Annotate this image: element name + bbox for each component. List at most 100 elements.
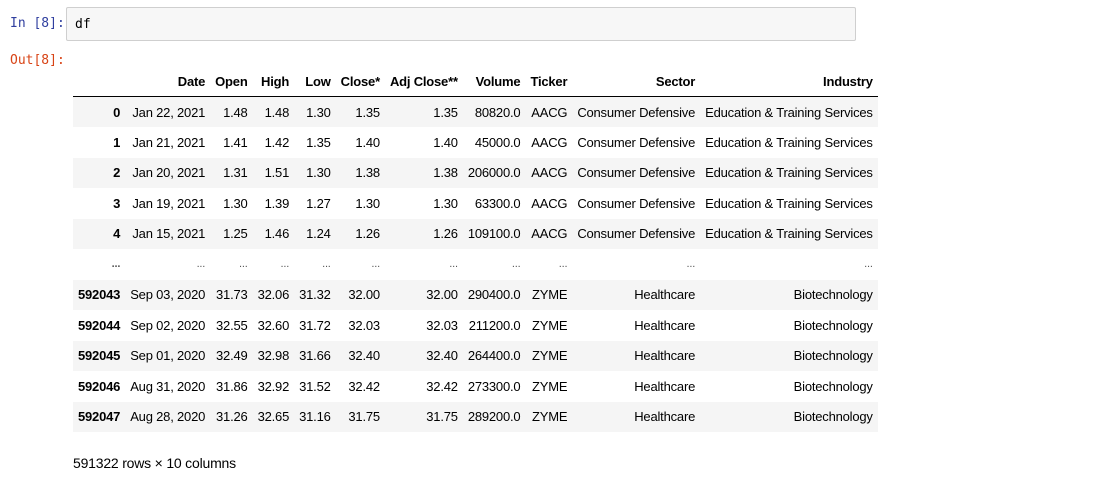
dataframe-table: Date Open High Low Close* Adj Close** Volume Ti…	[73, 66, 878, 432]
table-cell: Education & Training Services	[705, 165, 873, 181]
column-header: Volume	[462, 66, 526, 97]
table-cell: Biotechnology	[793, 378, 873, 394]
table-cell: Consumer Defensive	[577, 165, 696, 181]
row-index: 592043	[78, 287, 121, 303]
table-cell: 63300.0	[474, 195, 521, 211]
table-cell: 32.65	[257, 409, 290, 425]
column-header: Sector	[572, 66, 701, 97]
table-cell: ZYME	[532, 317, 568, 333]
table-row: 592044 Sep 02, 2020 32.55 32.60 31.72 32.03 32…	[73, 310, 878, 341]
table-row: 592047 Aug 28, 2020 31.26 32.65 31.16 31.75 31…	[73, 401, 878, 432]
table-cell: Consumer Defensive	[577, 104, 696, 120]
table-cell: 31.75	[348, 409, 380, 425]
table-cell: 32.00	[426, 287, 458, 303]
table-cell: Biotechnology	[793, 409, 873, 425]
table-cell: 1.40	[433, 134, 458, 150]
table-cell: 1.24	[306, 226, 331, 242]
table-cell: 1.26	[355, 226, 380, 242]
table-cell: 31.75	[426, 409, 458, 425]
table-cell: ZYME	[532, 378, 568, 394]
table-cell: 32.06	[257, 287, 290, 303]
table-cell: Consumer Defensive	[577, 195, 696, 211]
table-cell: Healthcare	[634, 409, 696, 425]
table-cell: 1.48	[264, 104, 290, 120]
table-cell: AACG	[531, 165, 568, 181]
table-cell: ZYME	[532, 287, 568, 303]
table-cell: Education & Training Services	[705, 134, 873, 150]
table-cell: ...	[558, 258, 568, 271]
table-cell: ...	[196, 258, 206, 271]
row-index: 4	[113, 226, 121, 242]
table-cell: 1.51	[264, 165, 290, 181]
input-prompt: In [8]:	[10, 16, 65, 31]
table-cell: 31.16	[299, 409, 331, 425]
row-index: 592045	[78, 348, 121, 364]
table-cell: 1.35	[306, 134, 331, 150]
table-cell: 289200.0	[467, 409, 521, 425]
table-cell: ...	[864, 258, 873, 271]
table-body: 0 Jan 22, 2021 1.48 1.48 1.30 1.35 1.35 80820.0…	[73, 96, 878, 432]
table-cell: ZYME	[532, 409, 568, 425]
table-cell: 32.40	[426, 348, 458, 364]
output-prompt: Out[8]:	[10, 53, 65, 68]
table-cell: 32.42	[426, 378, 458, 394]
index-header	[73, 66, 126, 97]
table-cell: 1.41	[223, 134, 248, 150]
table-row: 0 Jan 22, 2021 1.48 1.48 1.30 1.35 1.35 80820.0…	[73, 96, 878, 127]
table-cell: 32.98	[257, 348, 290, 364]
table-row: 592046 Aug 31, 2020 31.86 32.92 31.52 32.42 32…	[73, 371, 878, 402]
table-cell: 31.86	[216, 378, 248, 394]
table-cell: 290400.0	[467, 287, 521, 303]
table-cell: 264400.0	[467, 348, 521, 364]
table-cell: ...	[371, 258, 380, 271]
table-cell: ...	[239, 258, 248, 271]
table-row: 2 Jan 20, 2021 1.31 1.51 1.30 1.38 1.38 206000.…	[73, 157, 878, 188]
row-index: 592046	[78, 378, 121, 394]
table-cell: Education & Training Services	[705, 195, 873, 211]
table-cell: Education & Training Services	[705, 226, 873, 242]
table-cell: Biotechnology	[793, 348, 873, 364]
table-cell: ...	[686, 258, 696, 271]
table-cell: 1.30	[355, 195, 380, 211]
table-cell: AACG	[531, 134, 568, 150]
table-cell: 80820.0	[474, 104, 521, 120]
column-header: Open	[210, 66, 253, 97]
table-cell: Healthcare	[634, 287, 696, 303]
code-text[interactable]: df	[75, 17, 91, 32]
table-cell: ...	[280, 258, 290, 271]
code-input-cell[interactable]: df	[66, 7, 856, 41]
column-header: Low	[294, 66, 336, 97]
table-cell: 1.25	[223, 226, 248, 242]
table-row: 3 Jan 19, 2021 1.30 1.39 1.27 1.30 1.30 63300.0…	[73, 188, 878, 219]
table-cell: ...	[322, 258, 331, 271]
table-cell: Sep 01, 2020	[130, 348, 206, 364]
column-header: Adj Close**	[384, 66, 463, 97]
table-cell: Aug 31, 2020	[130, 378, 206, 394]
table-cell: 1.26	[433, 226, 458, 242]
table-cell: Biotechnology	[793, 317, 873, 333]
table-cell: Healthcare	[634, 378, 696, 394]
table-cell: 32.03	[426, 317, 458, 333]
table-cell: 31.66	[299, 348, 331, 364]
column-header: Ticker	[525, 66, 573, 97]
table-cell: Healthcare	[634, 348, 696, 364]
table-cell: 31.72	[299, 317, 331, 333]
row-index: 3	[113, 195, 121, 211]
table-cell: Sep 02, 2020	[130, 317, 206, 333]
table-cell: Jan 20, 2021	[132, 165, 206, 181]
row-index: 2	[113, 165, 121, 181]
row-index: 592047	[78, 409, 121, 425]
table-cell: 1.48	[223, 104, 248, 120]
table-cell: 32.40	[348, 348, 380, 364]
table-cell: 1.31	[223, 165, 248, 181]
table-cell: 32.55	[216, 317, 248, 333]
table-cell: 206000.0	[467, 165, 521, 181]
dataframe-shape-summary: 591322 rows × 10 columns	[73, 455, 236, 471]
table-cell: 32.49	[216, 348, 248, 364]
table-cell: 32.92	[257, 378, 290, 394]
table-cell: 1.30	[223, 195, 248, 211]
table-cell: 32.60	[257, 317, 290, 333]
column-header: Close*	[335, 66, 385, 97]
table-cell: Jan 15, 2021	[132, 226, 206, 242]
table-cell: 32.00	[348, 287, 380, 303]
